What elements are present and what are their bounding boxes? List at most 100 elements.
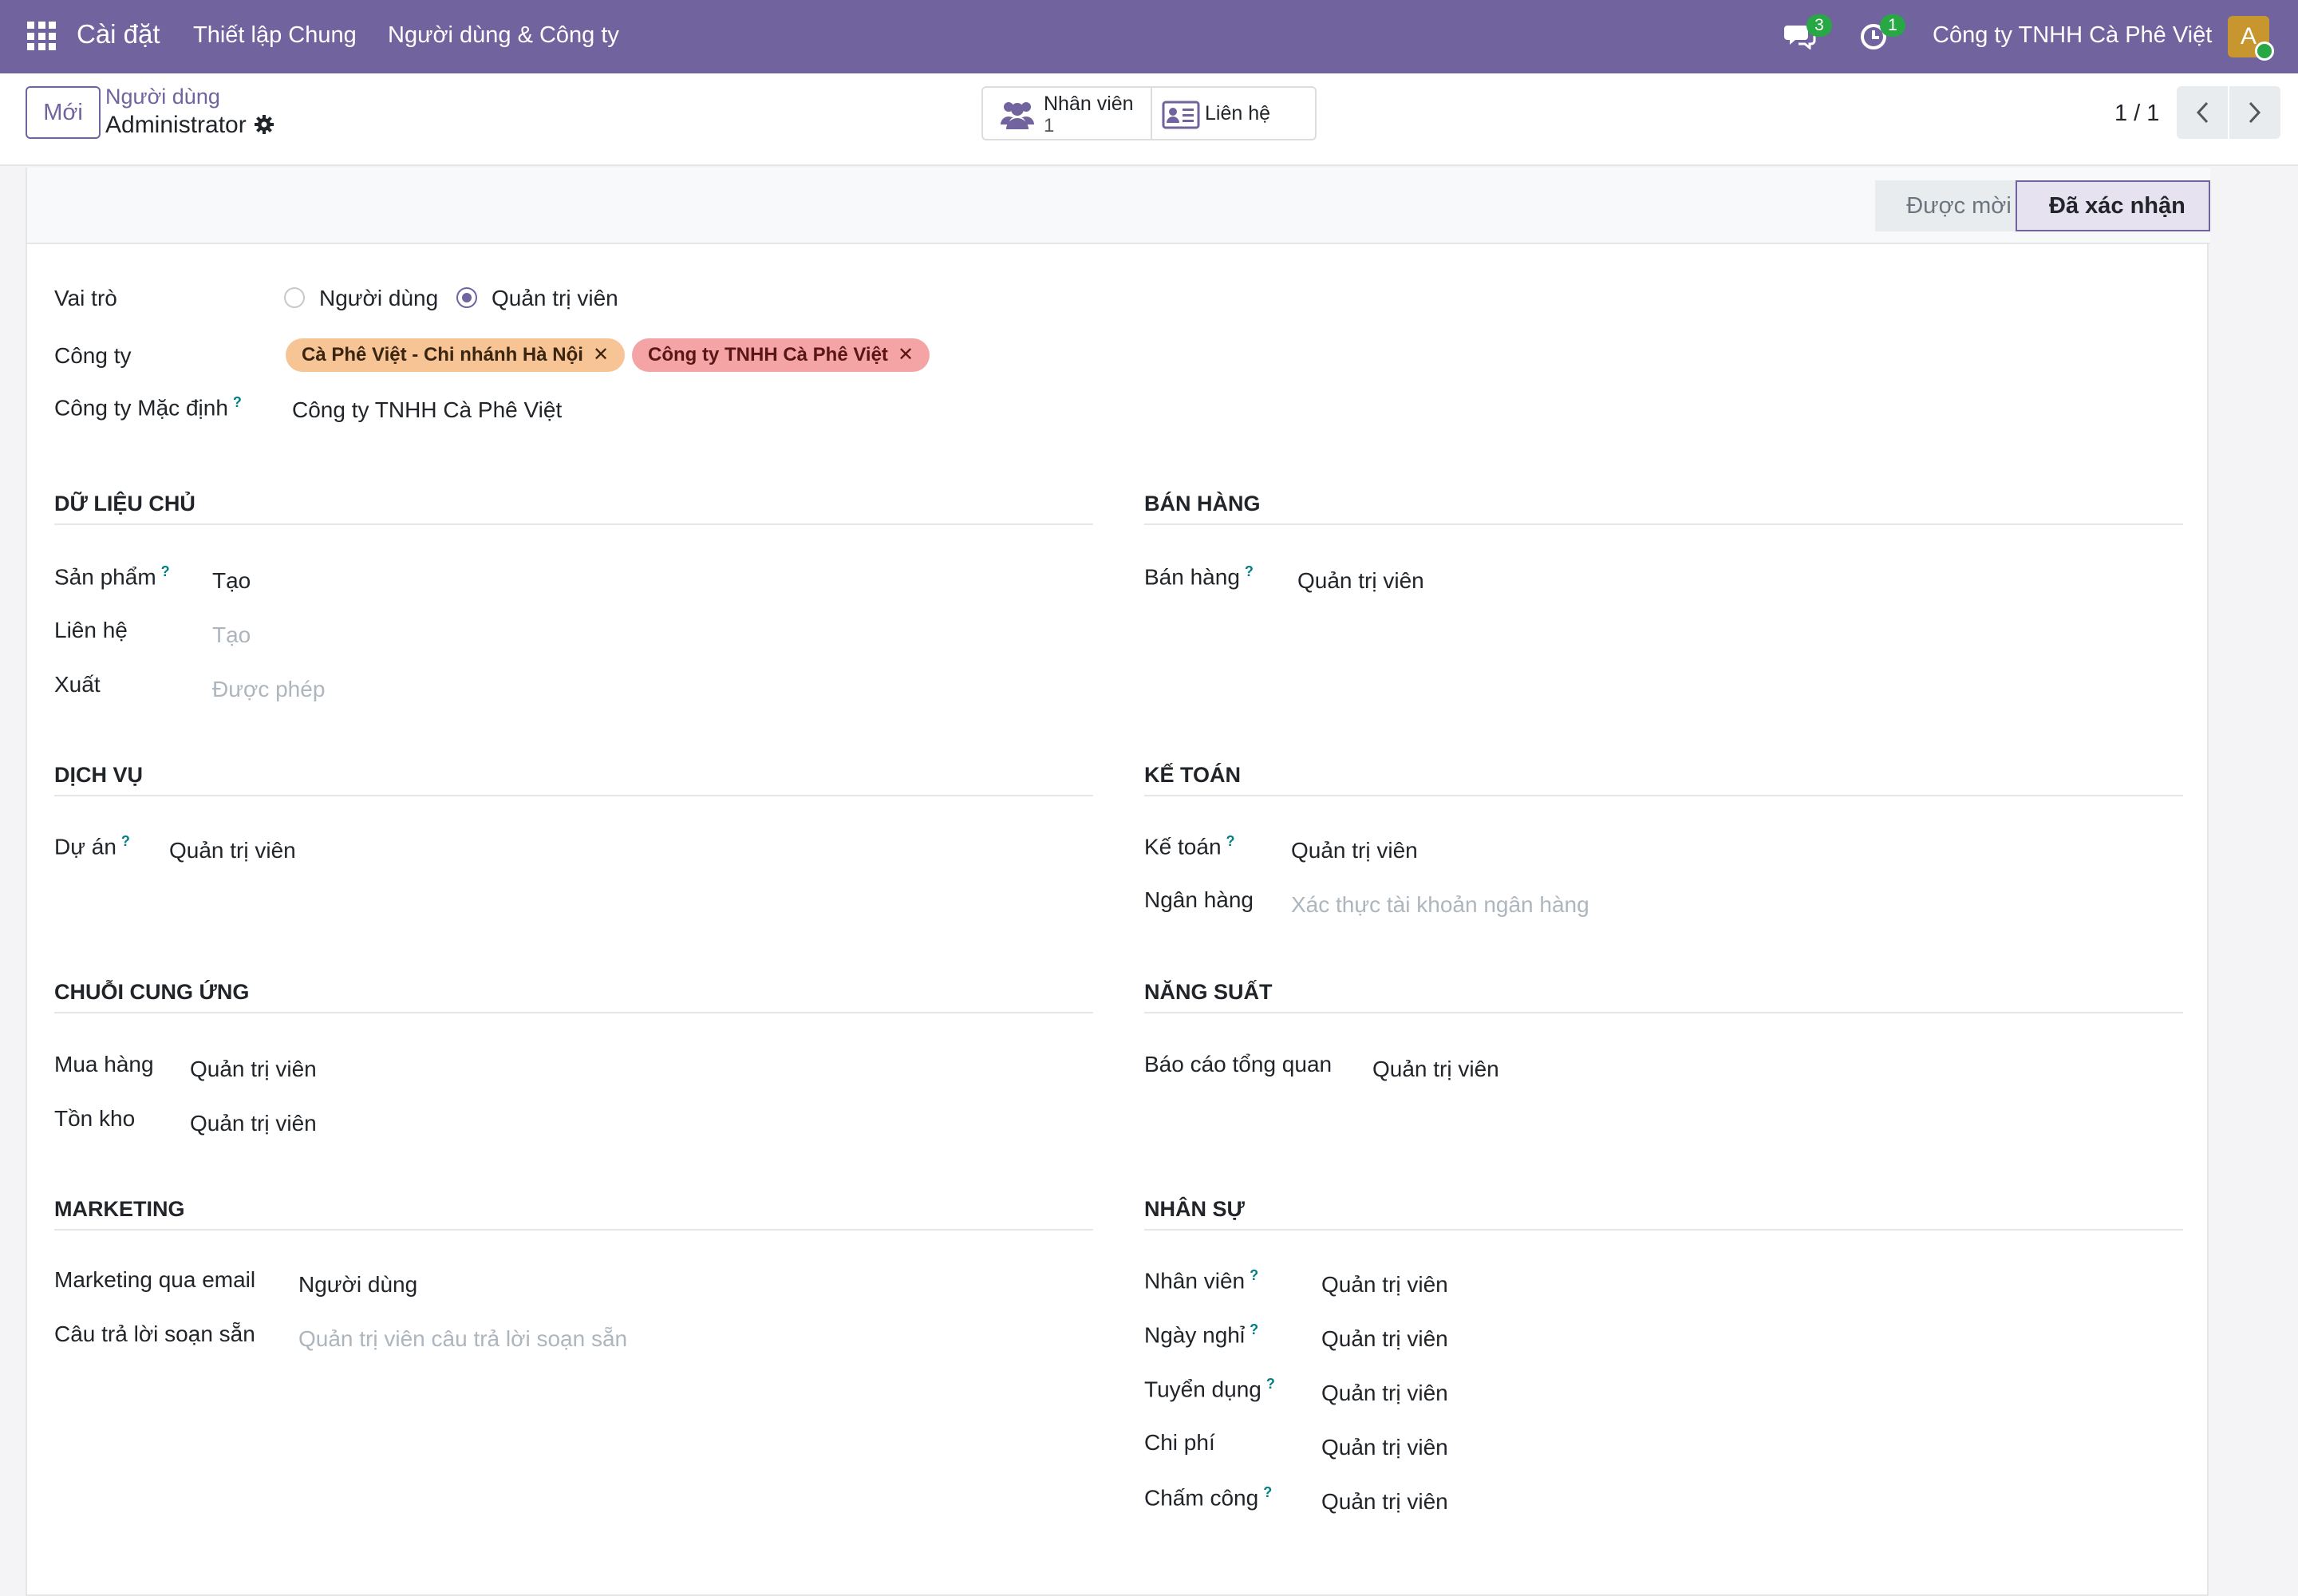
section-divider [1144,1012,2183,1013]
time-off-label: Ngày nghỉ? [1144,1321,1258,1348]
contact-card-icon [1162,101,1200,133]
export-field[interactable]: Được phép [212,677,325,702]
employees-smart-button[interactable]: Nhân viên 1 [983,88,1152,139]
product-label-text: Sản phẩm [54,564,156,590]
help-tooltip-icon[interactable]: ? [121,833,130,849]
default-company-field[interactable]: Công ty TNHH Cà Phê Việt [292,397,562,423]
section-supply-chain: Chuỗi cung ứng [54,980,250,1004]
app-title[interactable]: Cài đặt [77,19,160,49]
bank-field[interactable]: Xác thực tài khoản ngân hàng [1291,892,1589,918]
form-sheet: Được mời Đã xác nhận Vai trò Người dùng … [26,168,2210,1596]
expenses-label: Chi phí [1144,1430,1215,1455]
sales-field[interactable]: Quản trị viên [1297,568,1424,594]
control-panel: Mới Người dùng Administrator Nhân viên 1… [0,73,2298,166]
accounting-label: Kế toán? [1144,833,1235,859]
activity-count-badge: 1 [1880,14,1905,37]
inventory-field[interactable]: Quản trị viên [190,1111,317,1136]
help-tooltip-icon[interactable]: ? [1263,1484,1272,1500]
menu-general-settings[interactable]: Thiết lập Chung [193,22,357,49]
product-field[interactable]: Tạo [212,568,251,594]
recruitment-field[interactable]: Quản trị viên [1321,1381,1448,1406]
chat-count-badge: 3 [1806,14,1832,37]
role-user-radio[interactable] [284,287,305,308]
accounting-label-text: Kế toán [1144,834,1222,859]
employees-label: Nhân viên [1044,93,1134,115]
email-marketing-label: Marketing qua email [54,1267,256,1292]
company-tag-label: Công ty TNHH Cà Phê Việt [648,344,888,365]
employees-count: 1 [1044,115,1055,136]
employees-label: Nhân viên? [1144,1267,1258,1294]
breadcrumb-current: Administrator [105,112,247,138]
recruitment-label-text: Tuyển dụng [1144,1377,1262,1402]
section-hr: Nhân sự [1144,1197,1245,1221]
product-label: Sản phẩm? [54,563,170,590]
companies-label: Công ty [54,343,132,368]
dashboard-field[interactable]: Quản trị viên [1372,1057,1499,1082]
project-field[interactable]: Quản trị viên [169,838,296,863]
contact-smart-button[interactable]: Liên hệ [1152,88,1315,139]
contact-right-label: Liên hệ [54,618,128,642]
contact-right-field[interactable]: Tạo [212,622,251,648]
help-tooltip-icon[interactable]: ? [161,563,170,579]
inventory-label: Tồn kho [54,1106,136,1131]
employees-label-text: Nhân viên [1144,1268,1246,1294]
company-tag: Cà Phê Việt - Chi nhánh Hà Nội ✕ [286,338,626,372]
pager-value[interactable]: 1 / 1 [2114,101,2159,127]
section-divider [1144,523,2183,525]
expenses-field[interactable]: Quản trị viên [1321,1435,1448,1460]
recruitment-label: Tuyển dụng? [1144,1376,1275,1402]
help-tooltip-icon[interactable]: ? [233,394,242,410]
help-tooltip-icon[interactable]: ? [1250,1321,1258,1337]
pager-next-button[interactable] [2229,86,2280,139]
role-label: Vai trò [54,286,117,310]
canned-responses-label: Câu trả lời soạn sẵn [54,1321,255,1346]
help-tooltip-icon[interactable]: ? [1250,1267,1258,1283]
help-tooltip-icon[interactable]: ? [1226,833,1235,849]
attendance-label-text: Chấm công [1144,1485,1259,1511]
pager-previous-button[interactable] [2177,86,2228,139]
section-divider [1144,795,2183,796]
new-button[interactable]: Mới [26,86,101,139]
section-services: Dịch vụ [54,763,144,787]
company-tag-label: Cà Phê Việt - Chi nhánh Hà Nội [302,344,583,365]
sales-label: Bán hàng? [1144,563,1254,590]
default-company-label-text: Công ty Mặc định [54,395,228,421]
section-marketing: Marketing [54,1197,185,1221]
role-user-label[interactable]: Người dùng [319,286,438,311]
dashboard-label: Báo cáo tổng quan [1144,1052,1333,1077]
time-off-field[interactable]: Quản trị viên [1321,1326,1448,1352]
role-admin-label[interactable]: Quản trị viên [492,286,618,311]
purchase-label: Mua hàng [54,1052,154,1077]
section-divider [1144,1229,2183,1231]
accounting-field[interactable]: Quản trị viên [1291,838,1418,863]
menu-users-companies[interactable]: Người dùng & Công ty [388,22,619,49]
help-tooltip-icon[interactable]: ? [1266,1376,1275,1392]
remove-tag-icon[interactable]: ✕ [898,344,914,365]
section-divider [54,1012,1093,1013]
email-marketing-field[interactable]: Người dùng [298,1272,417,1298]
time-off-label-text: Ngày nghỉ [1144,1322,1246,1348]
canned-responses-field[interactable]: Quản trị viên câu trả lời soạn sẵn [298,1326,627,1352]
top-navbar: Cài đặt Thiết lập Chung Người dùng & Côn… [0,0,2298,73]
smart-buttons: Nhân viên 1 Liên hệ [981,86,1317,140]
export-label: Xuất [54,672,101,697]
project-label: Dự án? [54,833,130,859]
section-master-data: Dữ liệu chủ [54,492,195,516]
company-tag: Công ty TNHH Cà Phê Việt ✕ [632,338,930,372]
section-divider [54,523,1093,525]
contact-label: Liên hệ [1205,102,1271,124]
attendance-field[interactable]: Quản trị viên [1321,1489,1448,1515]
default-company-label: Công ty Mặc định? [54,394,242,421]
stage-confirmed[interactable]: Đã xác nhận [2016,180,2210,231]
role-admin-radio[interactable] [456,287,477,308]
remove-tag-icon[interactable]: ✕ [593,344,609,365]
company-switcher[interactable]: Công ty TNHH Cà Phê Việt [1933,22,2212,49]
gear-icon[interactable] [254,114,274,139]
app-grid-icon[interactable] [27,22,56,50]
users-icon [999,97,1036,135]
breadcrumb-parent[interactable]: Người dùng [105,85,220,109]
employees-field[interactable]: Quản trị viên [1321,1272,1448,1298]
purchase-field[interactable]: Quản trị viên [190,1057,317,1082]
attendance-label: Chấm công? [1144,1484,1272,1511]
help-tooltip-icon[interactable]: ? [1245,563,1254,579]
